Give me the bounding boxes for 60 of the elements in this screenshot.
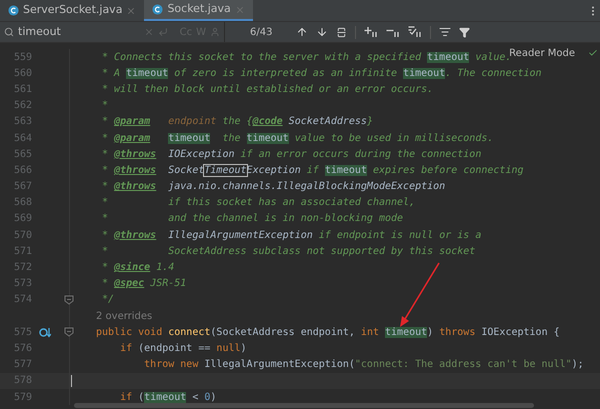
code-line: * @param timeout the timeout value to be used in milliseconds.: [101, 132, 494, 146]
line-number: 570: [12, 228, 32, 243]
select-all-icon[interactable]: [408, 26, 422, 38]
code-line: * @param endpoint the {@code SocketAddress}: [101, 115, 373, 130]
code-line: * @throws IOException if an error occurs during the connection: [101, 148, 482, 162]
code-line: * @throws java.nio.channels.IllegalBlockingModeException: [101, 180, 446, 194]
line-number: 564: [12, 132, 32, 146]
fold-marker-icon[interactable]: [64, 327, 74, 338]
code-line: * Connects this socket to the server with a specified timeout value.: [101, 52, 512, 65]
line-number: 568: [12, 196, 32, 210]
code-line: * @since 1.4: [101, 260, 174, 276]
line-number: 576: [12, 342, 32, 356]
code-line: throw new IllegalArgumentException("connect: The address can't be null");: [143, 358, 584, 372]
search-icon: [4, 27, 14, 37]
line-number: 567: [12, 180, 32, 194]
code-line: */: [101, 293, 114, 308]
fold-marker-icon[interactable]: [64, 294, 74, 305]
file-tab[interactable]: Socket.java: [144, 0, 253, 21]
filter-lines-icon[interactable]: [439, 26, 452, 38]
match-count: 6/43: [250, 26, 272, 40]
reader-mode-toggle[interactable]: Reader Mode: [509, 46, 575, 61]
code-line: public void connect(SocketAddress endpoint, int timeout) throws IOException {: [96, 326, 560, 340]
code-line: * SocketAddress subclass not supported by this socket: [101, 244, 476, 259]
previous-match-icon[interactable]: [296, 26, 308, 38]
line-number: 560: [12, 66, 32, 81]
filter-icon[interactable]: [459, 26, 470, 38]
open-in-window-icon[interactable]: [336, 26, 348, 38]
class-file-icon: [8, 5, 19, 16]
file-tab[interactable]: ServerSocket.java: [0, 0, 144, 21]
class-file-icon: [152, 4, 164, 15]
line-number: 575: [12, 326, 32, 340]
line-number: 559: [12, 50, 32, 65]
override-marker-icon[interactable]: [39, 326, 51, 338]
check-icon: [588, 48, 598, 58]
code-line: * if this socket has an associated channel,: [101, 196, 416, 210]
next-match-icon[interactable]: [316, 26, 328, 38]
line-number: 579: [12, 390, 32, 405]
code-line: * will then block until established or an error occurs.: [101, 82, 434, 97]
line-number: 563: [12, 115, 32, 130]
code-line: if (endpoint == null): [119, 342, 247, 356]
line-number: 569: [12, 212, 32, 226]
line-number: 571: [12, 244, 32, 259]
code-line: * A timeout of zero is interpreted as an infinite timeout. The connection: [101, 66, 542, 81]
text-caret: [71, 374, 72, 387]
code-line: *: [101, 99, 108, 114]
line-number: 572: [12, 261, 32, 276]
line-number: 562: [12, 99, 32, 114]
line-number: 566: [12, 164, 32, 178]
code-line: * and the channel is in non-blocking mode: [101, 212, 404, 226]
code-line: * @spec JSR-51: [101, 277, 186, 292]
line-number: 561: [12, 82, 32, 97]
line-number: 574: [12, 293, 32, 308]
line-number: 577: [12, 358, 32, 372]
code-line: * @throws IllegalArgumentException if endpoint is null or is a: [101, 228, 482, 243]
horizontal-scrollbar[interactable]: [74, 403, 534, 408]
inlay-hint[interactable]: 2 overrides: [96, 308, 152, 324]
line-number: 573: [12, 277, 32, 292]
line-number: 565: [12, 148, 32, 162]
add-selection-icon[interactable]: [364, 26, 378, 38]
code-line: if (timeout < 0): [119, 390, 216, 405]
